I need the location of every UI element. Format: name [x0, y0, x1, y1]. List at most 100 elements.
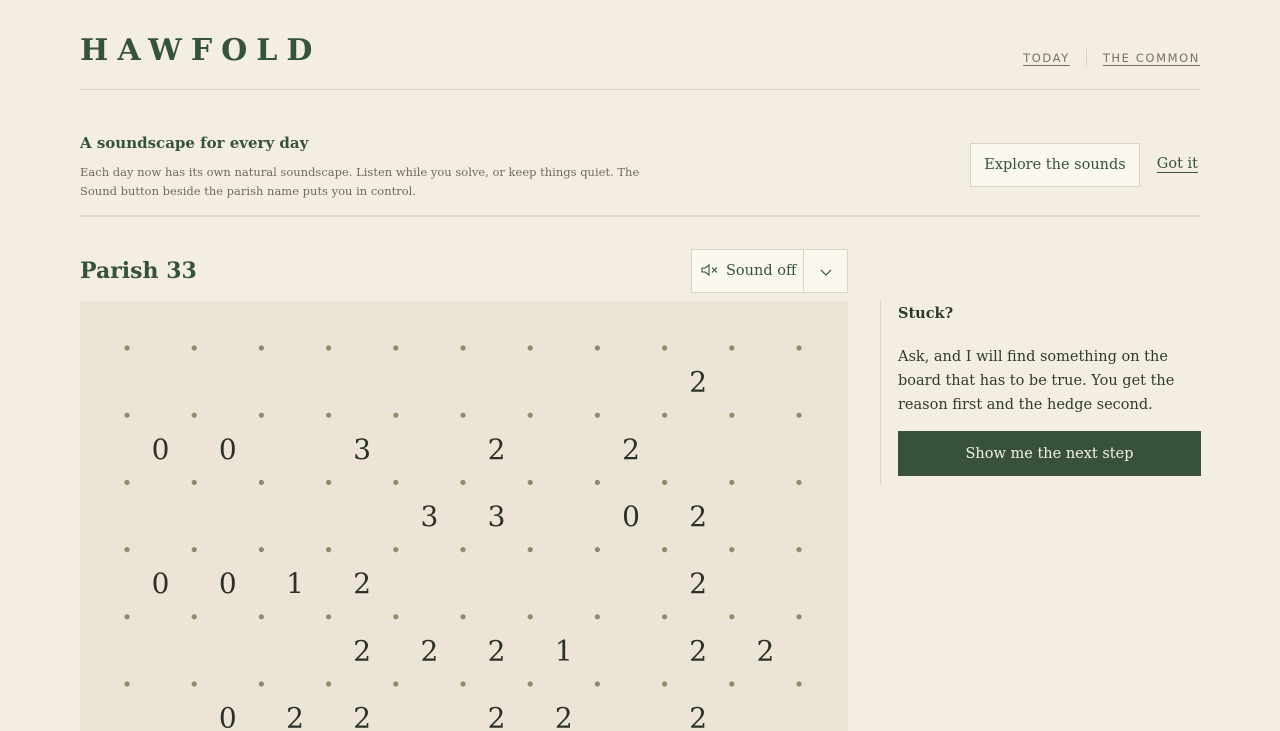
grid-cell[interactable] [736, 554, 795, 613]
grid-cell[interactable] [400, 352, 459, 411]
cell-clue: 3 [420, 500, 438, 533]
grid-dot [662, 547, 668, 553]
site-logo[interactable]: HAWFOLD [80, 33, 321, 68]
grid-cell[interactable] [601, 621, 660, 680]
cell-clue: 2 [756, 634, 774, 667]
grid-dot [527, 547, 533, 553]
grid-dot [191, 479, 197, 485]
cell-clue: 2 [286, 702, 304, 731]
grid-cell[interactable] [265, 621, 324, 680]
cell-clue: 2 [488, 433, 506, 466]
grid-cell[interactable] [736, 688, 795, 731]
grid-dot [796, 681, 802, 687]
grid-dot [191, 412, 197, 418]
grid-dot [594, 479, 601, 485]
grid-dot [662, 345, 668, 351]
sound-toggle-label: Sound off [726, 263, 797, 279]
grid-dot [258, 547, 264, 553]
grid-dot [124, 345, 130, 351]
grid-cell[interactable] [265, 352, 324, 411]
announcement-title: A soundscape for every day [80, 134, 309, 152]
grid-cell[interactable] [736, 486, 795, 545]
grid-dot [662, 614, 668, 620]
sound-toggle-button[interactable]: Sound off [692, 250, 804, 292]
grid-cell[interactable] [467, 554, 526, 613]
grid-cell[interactable] [131, 352, 190, 411]
grid-cell[interactable] [198, 621, 257, 680]
sound-options-dropdown[interactable] [804, 250, 847, 292]
grid-dot [393, 614, 399, 620]
grid-cell[interactable] [198, 486, 257, 545]
grid-dot [191, 547, 197, 553]
cell-clue: 2 [488, 634, 506, 667]
cell-clue: 1 [555, 634, 573, 667]
cell-clue: 2 [420, 634, 438, 667]
grid-cell[interactable] [534, 486, 593, 545]
page: HAWFOLD TODAY THE COMMON A soundscape fo… [80, 0, 1201, 731]
puzzle-board[interactable]: 2 0 0 3 2 2 3 3 0 2 0 0 1 2 2 2 2 2 1 2 2 0 2 2 2 2 2 [80, 301, 848, 731]
puzzle-title: Parish 33 [80, 258, 197, 284]
grid-cell[interactable] [400, 554, 459, 613]
grid-dot [460, 681, 466, 687]
grid-dot [594, 345, 601, 351]
grid-dot [594, 412, 601, 418]
grid-cell[interactable] [534, 419, 593, 478]
board-grid[interactable]: 2 0 0 3 2 2 3 3 0 2 0 0 1 2 2 2 2 2 1 2 2 0 2 2 2 2 2 [80, 301, 848, 731]
grid-cell[interactable] [131, 621, 190, 680]
site-header: HAWFOLD TODAY THE COMMON [80, 0, 1200, 90]
cell-clue: 0 [219, 567, 237, 600]
grid-dot [460, 345, 466, 351]
grid-dot [191, 345, 197, 351]
grid-cell[interactable] [265, 486, 324, 545]
top-nav: TODAY THE COMMON [1023, 49, 1200, 67]
grid-cell[interactable] [400, 419, 459, 478]
grid-dot [729, 614, 735, 620]
show-next-step-button[interactable]: Show me the next step [898, 431, 1201, 476]
grid-dot [460, 412, 466, 418]
grid-cell[interactable] [736, 419, 795, 478]
grid-dot [124, 479, 130, 485]
hint-description: Ask, and I will find something on the bo… [898, 349, 1175, 413]
grid-dot [124, 681, 130, 687]
cell-clue: 3 [488, 500, 506, 533]
grid-cell[interactable] [131, 688, 190, 731]
explore-sounds-button[interactable]: Explore the sounds [970, 143, 1140, 187]
cell-clue: 0 [219, 702, 237, 731]
grid-cell[interactable] [333, 486, 392, 545]
grid-dot [258, 412, 264, 418]
grid-cell[interactable] [601, 352, 660, 411]
nav-the-common[interactable]: THE COMMON [1103, 51, 1200, 65]
grid-dot [124, 614, 130, 620]
cell-clue: 2 [689, 366, 707, 399]
grid-cell[interactable] [601, 554, 660, 613]
grid-cell[interactable] [669, 419, 728, 478]
grid-cell[interactable] [736, 352, 795, 411]
grid-cell[interactable] [333, 352, 392, 411]
grid-dot [594, 614, 601, 620]
nav-today[interactable]: TODAY [1023, 51, 1070, 65]
grid-dot [729, 547, 735, 553]
grid-cell[interactable] [265, 419, 324, 478]
grid-dot [796, 345, 802, 351]
grid-cell[interactable] [131, 486, 190, 545]
cell-clue: 2 [488, 702, 506, 731]
grid-dot [326, 412, 332, 418]
got-it-link[interactable]: Got it [1157, 156, 1198, 172]
grid-cell[interactable] [601, 688, 660, 731]
grid-dot [326, 547, 332, 553]
grid-cell[interactable] [400, 688, 459, 731]
grid-dot [662, 681, 668, 687]
grid-dot [393, 412, 399, 418]
grid-dot [393, 681, 399, 687]
grid-dot [527, 345, 533, 351]
grid-cell[interactable] [198, 352, 257, 411]
grid-cell[interactable] [534, 352, 593, 411]
grid-dot [527, 614, 533, 620]
announcement-body: Each day now has its own natural soundsc… [80, 165, 640, 198]
grid-cell[interactable] [467, 352, 526, 411]
grid-cell[interactable] [534, 554, 593, 613]
cell-clue: 2 [353, 702, 371, 731]
grid-dot [258, 345, 264, 351]
grid-dot [258, 614, 264, 620]
cell-clue: 2 [555, 702, 573, 731]
